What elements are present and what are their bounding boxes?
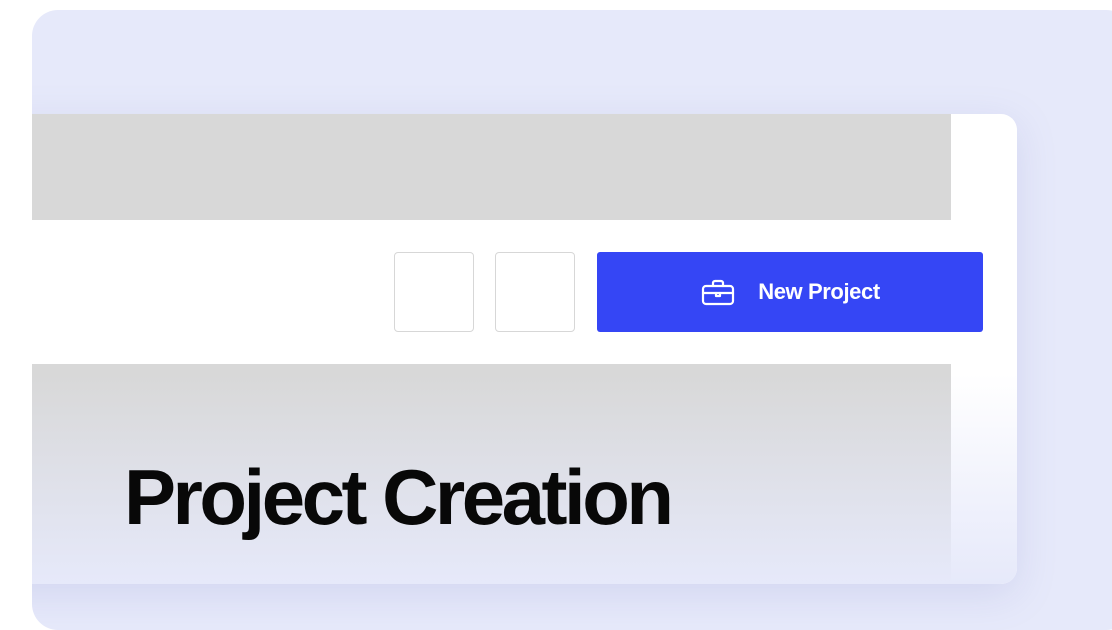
toolbar-square-button-1[interactable] bbox=[394, 252, 474, 332]
new-project-button[interactable]: New Project bbox=[597, 252, 983, 332]
toolbar-square-button-2[interactable] bbox=[495, 252, 575, 332]
page-title: Project Creation bbox=[124, 453, 674, 541]
toolbar: New Project bbox=[32, 220, 983, 364]
header-placeholder bbox=[32, 114, 951, 220]
hero-card: New Project Project Creation bbox=[32, 10, 1112, 630]
briefcase-icon bbox=[702, 279, 735, 306]
new-project-button-label: New Project bbox=[758, 279, 880, 304]
